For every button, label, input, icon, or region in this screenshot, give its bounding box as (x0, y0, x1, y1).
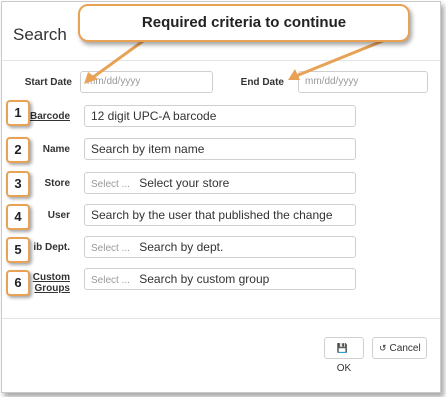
required-criteria-callout: Required criteria to continue (78, 4, 410, 42)
undo-icon: ↺ (379, 343, 387, 353)
name-value: Search by item name (91, 142, 205, 156)
step-badge-5: 5 (6, 237, 30, 263)
step-badge-3: 3 (6, 171, 30, 197)
user-value: Search by the user that published the ch… (91, 208, 333, 222)
name-input[interactable]: Search by item name (84, 138, 356, 160)
store-value: Select your store (139, 176, 230, 190)
end-date-input[interactable]: mm/dd/yyyy (298, 71, 428, 93)
store-select[interactable]: Select ... Select your store (84, 172, 356, 194)
end-date-label: End Date (240, 77, 284, 88)
store-placeholder: Select ... (91, 179, 130, 190)
cancel-button[interactable]: ↺ Cancel (372, 337, 427, 359)
barcode-input[interactable]: 12 digit UPC-A barcode (84, 105, 356, 127)
custom-groups-placeholder: Select ... (91, 275, 130, 286)
step-badge-6: 6 (6, 270, 30, 296)
start-date-input[interactable]: mm/dd/yyyy (80, 71, 213, 93)
dept-placeholder: Select ... (91, 243, 130, 254)
cancel-button-label: Cancel (389, 343, 421, 354)
ok-button[interactable]: 💾 OK (324, 337, 364, 374)
footer-divider (2, 318, 440, 319)
step-badge-1: 1 (6, 100, 30, 126)
custom-groups-select[interactable]: Select ... Search by custom group (84, 268, 356, 290)
start-date-placeholder: mm/dd/yyyy (87, 76, 141, 87)
ok-button-label: OK (336, 363, 352, 374)
header-divider (2, 60, 440, 61)
start-date-label: Start Date (24, 77, 72, 88)
dept-value: Search by dept. (139, 240, 224, 254)
custom-groups-value: Search by custom group (139, 272, 270, 286)
step-badge-2: 2 (6, 137, 30, 163)
user-input[interactable]: Search by the user that published the ch… (84, 204, 356, 226)
dialog-title: Search (13, 25, 67, 44)
step-badge-4: 4 (6, 204, 30, 230)
end-date-placeholder: mm/dd/yyyy (305, 76, 359, 87)
barcode-value: 12 digit UPC-A barcode (91, 109, 217, 123)
save-icon: 💾 (336, 343, 349, 353)
dept-select[interactable]: Select ... Search by dept. (84, 236, 356, 258)
search-dialog: Search Start Date mm/dd/yyyy End Date mm… (1, 1, 441, 393)
